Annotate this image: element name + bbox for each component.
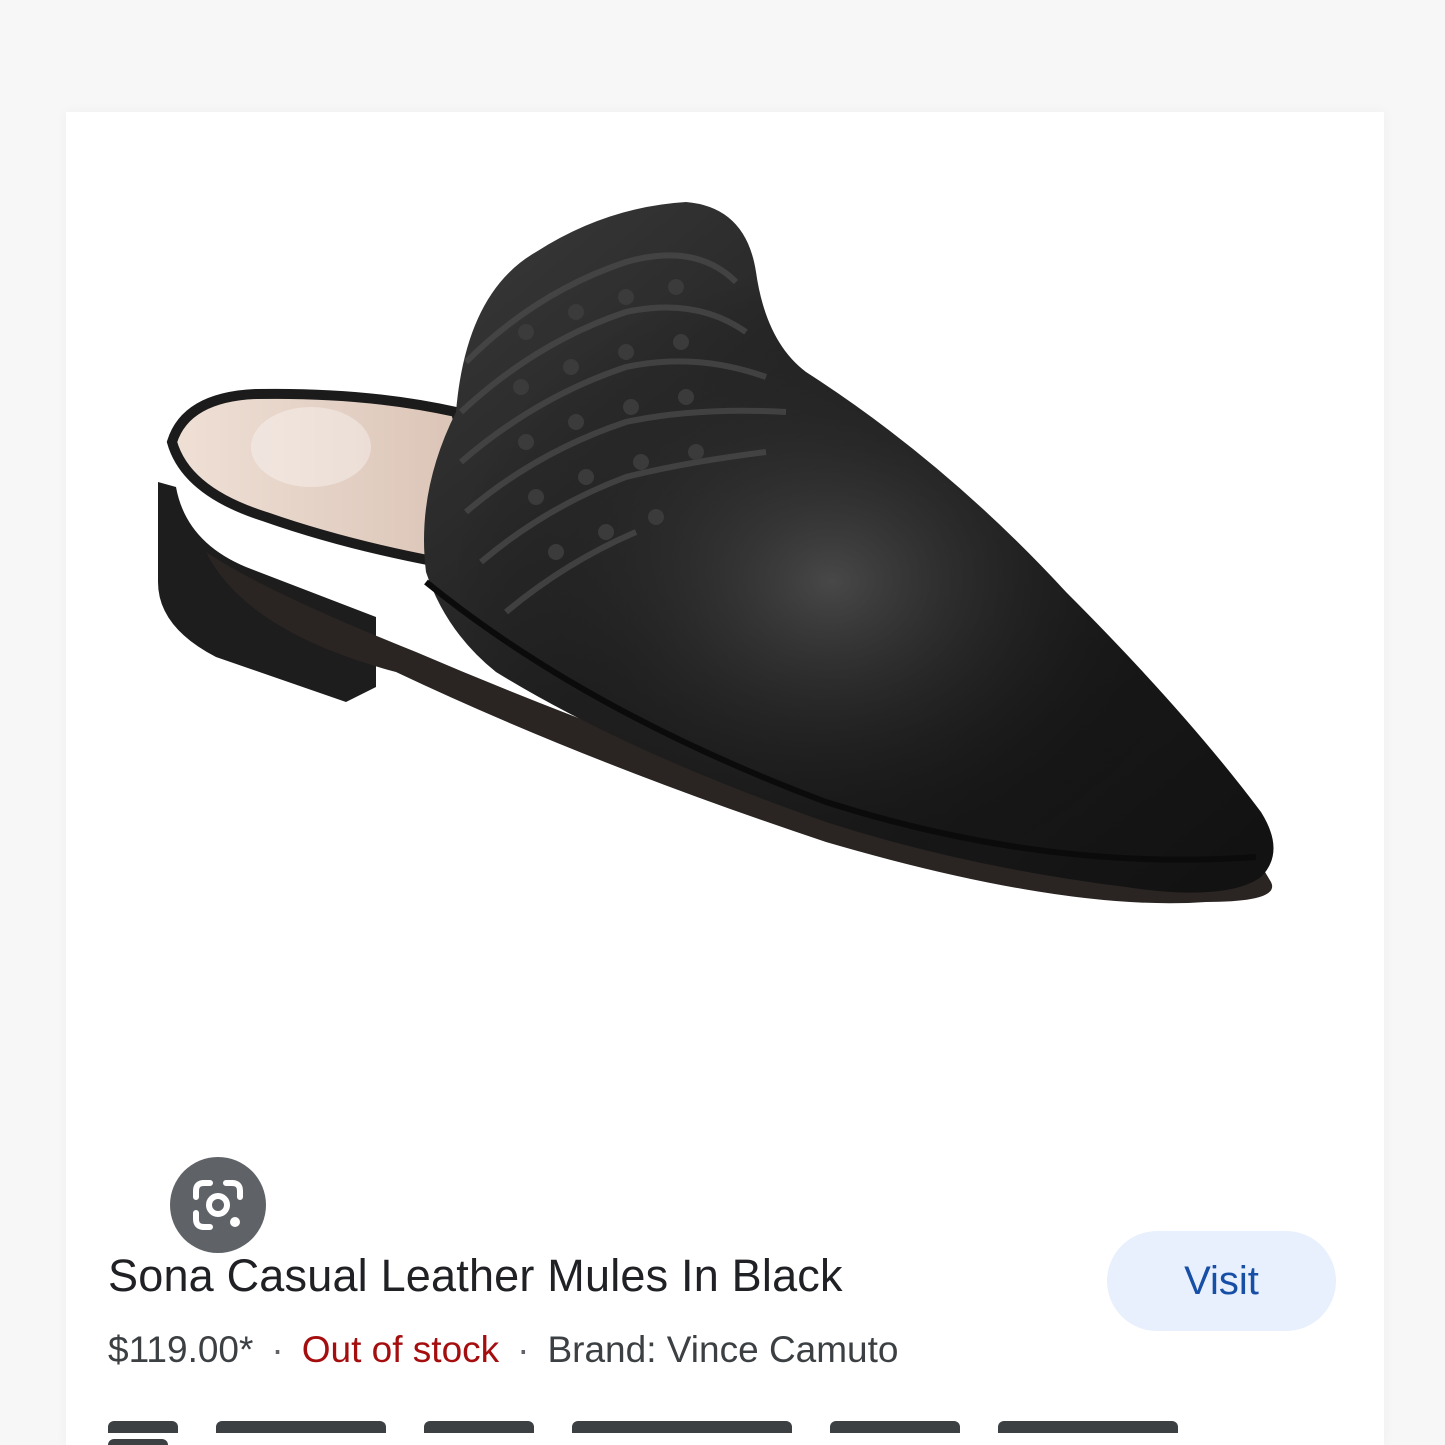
product-image[interactable] <box>66 112 1384 1112</box>
product-price: $119.00* <box>108 1329 254 1370</box>
google-lens-button[interactable] <box>170 1157 266 1253</box>
google-lens-icon <box>193 1180 243 1230</box>
stock-status: Out of stock <box>301 1329 500 1370</box>
visit-button[interactable]: Visit <box>1107 1231 1336 1331</box>
product-title: Sona Casual Leather Mules In Black <box>108 1250 843 1301</box>
page: Sona Casual Leather Mules In Black Visit… <box>0 0 1445 1445</box>
product-meta: $119.00* · Out of stock · Brand: Vince Camut… <box>108 1329 899 1371</box>
product-brand: Brand: Vince Camuto <box>547 1329 899 1370</box>
cutoff-text-line <box>108 1420 1298 1445</box>
separator-dot: · <box>271 1329 284 1370</box>
separator-dot: · <box>517 1329 530 1370</box>
